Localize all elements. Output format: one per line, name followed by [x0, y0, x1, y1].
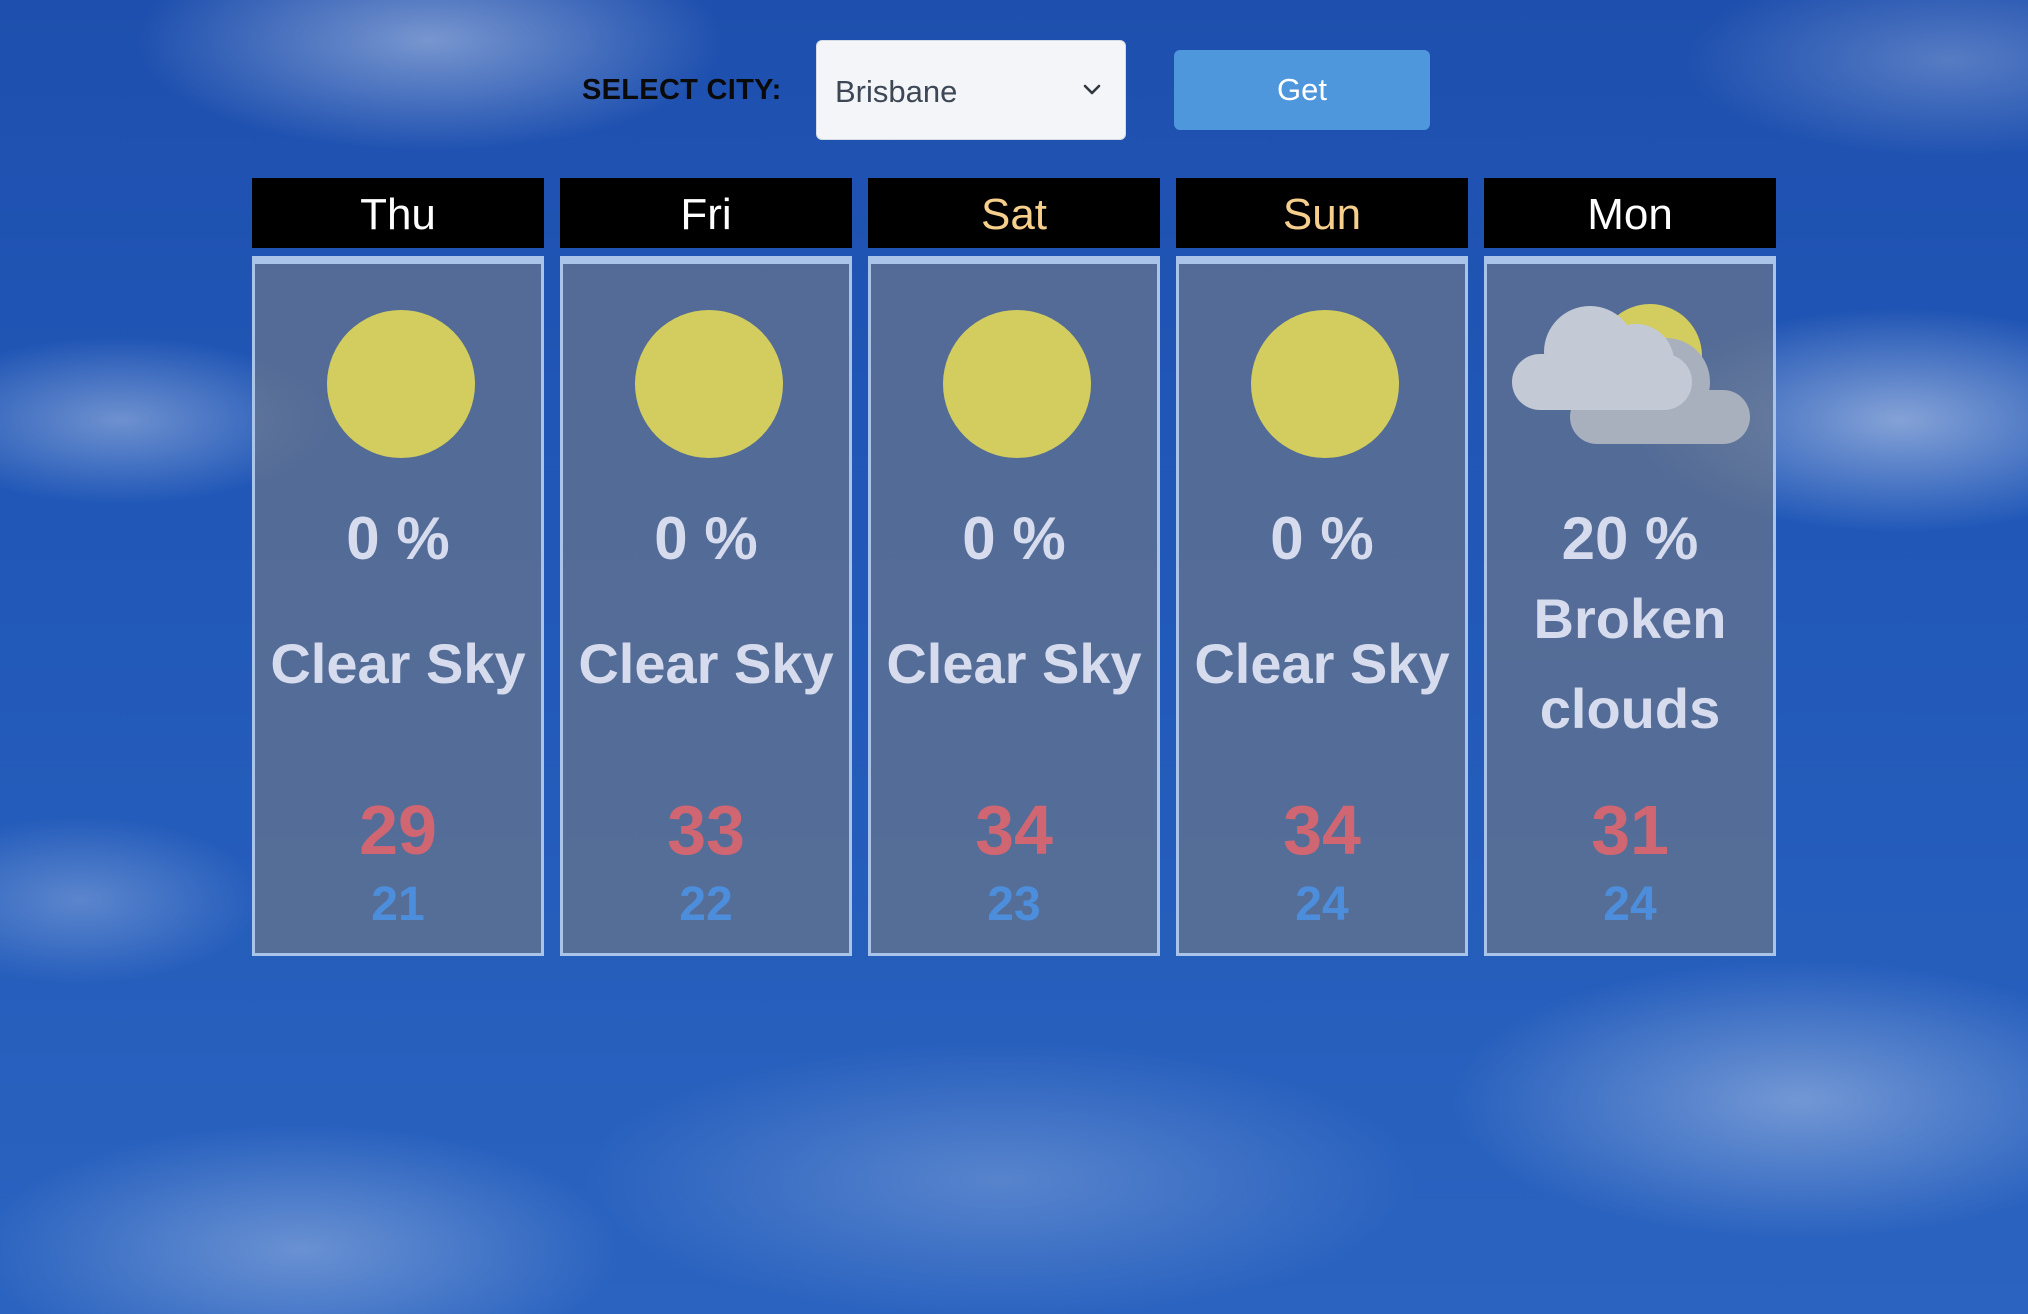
high-temperature: 33 — [667, 791, 745, 869]
precipitation-chance: 0 % — [346, 505, 450, 572]
day-body: 0 % Clear Sky 33 22 — [560, 256, 852, 956]
city-select-value: Brisbane — [835, 74, 958, 109]
precipitation-chance: 0 % — [1270, 505, 1374, 572]
sun-icon — [563, 304, 855, 464]
day-card-fri: Fri 0 % Clear Sky 33 22 — [560, 178, 852, 956]
low-temperature: 21 — [371, 878, 425, 931]
day-body: 0 % Clear Sky 29 21 — [252, 256, 544, 956]
precipitation-chance: 0 % — [654, 505, 758, 572]
low-temperature: 23 — [987, 878, 1041, 931]
precipitation-chance: 20 % — [1561, 505, 1699, 572]
day-card-thu: Thu 0 % Clear Sky 29 21 — [252, 178, 544, 956]
day-card-sat: Sat 0 % Clear Sky 34 23 — [868, 178, 1160, 956]
weather-description: Broken clouds — [1533, 587, 1727, 740]
day-body: 0 % Clear Sky 34 24 — [1176, 256, 1468, 956]
weather-description: Clear Sky — [1194, 632, 1450, 695]
low-temperature: 24 — [1295, 878, 1349, 931]
weather-description: Clear Sky — [886, 632, 1142, 695]
day-card-mon: Mon 20 % Broken clouds 31 24 — [1484, 178, 1776, 956]
day-name: Thu — [252, 178, 544, 248]
day-body: 0 % Clear Sky 34 23 — [868, 256, 1160, 956]
day-name: Mon — [1484, 178, 1776, 248]
high-temperature: 34 — [1283, 791, 1361, 869]
high-temperature: 34 — [975, 791, 1053, 869]
day-body: 20 % Broken clouds 31 24 — [1484, 256, 1776, 956]
chevron-down-icon — [1081, 79, 1103, 101]
day-name: Sun — [1176, 178, 1468, 248]
day-card-sun: Sun 0 % Clear Sky 34 24 — [1176, 178, 1468, 956]
day-name: Fri — [560, 178, 852, 248]
get-button[interactable]: Get — [1174, 50, 1430, 130]
city-select[interactable]: Brisbane — [816, 40, 1126, 140]
high-temperature: 31 — [1591, 791, 1669, 869]
high-temperature: 29 — [359, 791, 437, 869]
low-temperature: 24 — [1603, 878, 1657, 931]
select-city-label: SELECT CITY: — [582, 74, 782, 106]
day-name: Sat — [868, 178, 1160, 248]
broken-clouds-icon — [1487, 304, 1779, 464]
sun-icon — [1179, 304, 1471, 464]
weather-description: Clear Sky — [270, 632, 526, 695]
sun-icon — [255, 304, 547, 464]
low-temperature: 22 — [679, 878, 733, 931]
precipitation-chance: 0 % — [962, 505, 1066, 572]
weather-description: Clear Sky — [578, 632, 834, 695]
forecast-row: Thu 0 % Clear Sky 29 21 Fri 0 % Clear Sk… — [252, 178, 1776, 958]
sun-icon — [871, 304, 1163, 464]
city-controls: SELECT CITY: Brisbane Get — [0, 40, 2028, 140]
